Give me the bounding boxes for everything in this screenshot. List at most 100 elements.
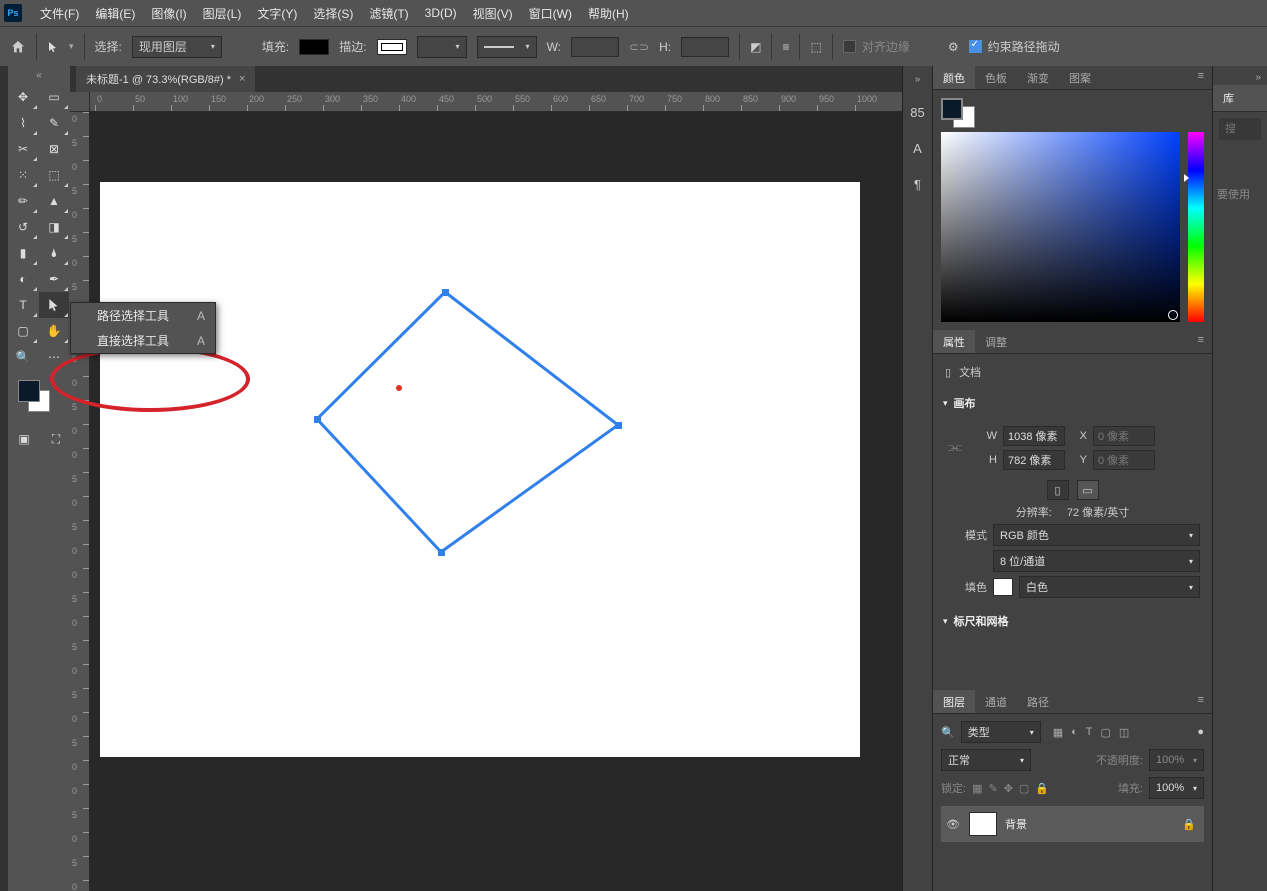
eraser-tool[interactable]: ◨: [39, 214, 69, 240]
rectangle-tool[interactable]: ▢: [8, 318, 38, 344]
quick-select-tool[interactable]: ✎: [39, 110, 69, 136]
layer-thumbnail[interactable]: [969, 812, 997, 836]
brush-tool[interactable]: ✏: [8, 188, 38, 214]
history-brush-tool[interactable]: ↺: [8, 214, 38, 240]
panel-menu-icon[interactable]: ≡: [1190, 690, 1212, 713]
layer-fill-dropdown[interactable]: 100%▾: [1149, 777, 1204, 799]
library-search-input[interactable]: [1219, 118, 1261, 140]
saturation-value-picker[interactable]: [941, 132, 1180, 322]
strip-icon-3[interactable]: ¶: [909, 175, 927, 193]
pen-tool[interactable]: ✒: [39, 266, 69, 292]
lasso-tool[interactable]: ⌇: [8, 110, 38, 136]
menu-help[interactable]: 帮助(H): [580, 5, 637, 22]
tab-libraries[interactable]: 库: [1213, 85, 1267, 112]
close-icon[interactable]: ×: [239, 73, 245, 85]
frame-tool[interactable]: ⊠: [39, 136, 69, 162]
lock-artboard-icon[interactable]: ▢: [1019, 782, 1029, 795]
canvas[interactable]: [100, 182, 860, 757]
filter-toggle[interactable]: ●: [1197, 726, 1204, 738]
flyout-direct-selection[interactable]: 直接选择工具 A: [71, 328, 215, 353]
fill-swatch[interactable]: [299, 39, 329, 55]
type-tool[interactable]: T: [8, 292, 38, 318]
quick-mask-toggle[interactable]: ▣: [10, 426, 38, 452]
fill-color-swatch[interactable]: [993, 578, 1013, 596]
hand-tool[interactable]: ✋: [39, 318, 69, 344]
fill-color-dropdown[interactable]: 白色▾: [1019, 576, 1200, 598]
canvas-section-header[interactable]: ▾画布: [933, 390, 1212, 416]
filter-shape-icon[interactable]: ▢: [1101, 726, 1111, 739]
align-icon[interactable]: ≡: [782, 40, 789, 54]
menu-select[interactable]: 选择(S): [305, 5, 361, 22]
blur-tool[interactable]: 🌢: [39, 240, 69, 266]
width-input[interactable]: [571, 37, 619, 57]
crop-tool[interactable]: ✂: [8, 136, 38, 162]
lock-all-icon[interactable]: 🔒: [1035, 782, 1049, 795]
path-anchor[interactable]: [314, 416, 321, 423]
menu-layer[interactable]: 图层(L): [195, 5, 250, 22]
tab-color[interactable]: 颜色: [933, 66, 975, 89]
panel-foreground-color[interactable]: [941, 98, 963, 120]
lock-pixels-icon[interactable]: ▦: [972, 782, 982, 795]
filter-type-icon[interactable]: T: [1086, 726, 1093, 739]
filter-smart-icon[interactable]: ◫: [1119, 726, 1129, 739]
foreground-color[interactable]: [18, 380, 40, 402]
menu-view[interactable]: 视图(V): [465, 5, 521, 22]
align-edges-checkbox[interactable]: 对齐边缘: [843, 38, 910, 55]
menu-3d[interactable]: 3D(D): [417, 6, 465, 20]
gear-icon[interactable]: ⚙: [948, 40, 959, 54]
menu-filter[interactable]: 滤镜(T): [361, 5, 416, 22]
marquee-tool[interactable]: ▭: [39, 84, 69, 110]
screen-mode-toggle[interactable]: ⛶: [42, 426, 70, 452]
menu-edit[interactable]: 编辑(E): [87, 5, 143, 22]
panel-menu-icon[interactable]: ≡: [1190, 66, 1212, 89]
stroke-swatch[interactable]: [377, 39, 407, 55]
orientation-landscape-button[interactable]: ▭: [1077, 480, 1099, 500]
menu-type[interactable]: 文字(Y): [249, 5, 305, 22]
bits-dropdown[interactable]: 8 位/通道▾: [993, 550, 1200, 572]
color-swatches[interactable]: [8, 380, 70, 420]
lock-position-icon[interactable]: ✥: [1004, 782, 1013, 795]
tab-paths[interactable]: 路径: [1017, 690, 1059, 713]
path-anchor[interactable]: [615, 422, 622, 429]
path-ops-icon[interactable]: ◩: [750, 40, 761, 54]
dodge-tool[interactable]: ◐: [8, 266, 38, 292]
gradient-tool[interactable]: ▮: [8, 240, 38, 266]
zoom-tool[interactable]: 🔍: [8, 344, 38, 370]
eyedropper-tool[interactable]: ⁙: [8, 162, 38, 188]
search-icon[interactable]: 🔍: [941, 726, 955, 739]
tab-patterns[interactable]: 图案: [1059, 66, 1101, 89]
tab-properties[interactable]: 属性: [933, 330, 975, 353]
toolbox-collapse-icon[interactable]: «: [8, 70, 70, 84]
path-selection-tool[interactable]: [39, 292, 69, 318]
stroke-width-dropdown[interactable]: ▾: [417, 36, 467, 58]
arrange-icon[interactable]: ⬚: [810, 40, 821, 54]
tab-layers[interactable]: 图层: [933, 690, 975, 713]
healing-tool[interactable]: ⬚: [39, 162, 69, 188]
orientation-portrait-button[interactable]: ▯: [1047, 480, 1069, 500]
ruler-grid-section-header[interactable]: ▾标尺和网格: [933, 608, 1212, 634]
hue-slider[interactable]: [1188, 132, 1204, 322]
path-anchor[interactable]: [442, 289, 449, 296]
clone-stamp-tool[interactable]: ▲: [39, 188, 69, 214]
menu-window[interactable]: 窗口(W): [521, 5, 580, 22]
flyout-path-selection[interactable]: 路径选择工具 A: [71, 303, 215, 328]
tab-gradients[interactable]: 渐变: [1017, 66, 1059, 89]
move-tool[interactable]: ✥: [8, 84, 38, 110]
layer-filter-dropdown[interactable]: 类型▾: [961, 721, 1041, 743]
constrain-path-checkbox[interactable]: 约束路径拖动: [969, 38, 1060, 55]
tab-channels[interactable]: 通道: [975, 690, 1017, 713]
menu-image[interactable]: 图像(I): [143, 5, 194, 22]
layer-item[interactable]: 👁 背景 🔒: [941, 806, 1204, 842]
stroke-style-dropdown[interactable]: ▾: [477, 36, 537, 58]
tab-swatches[interactable]: 色板: [975, 66, 1017, 89]
visibility-toggle-icon[interactable]: 👁: [945, 818, 961, 831]
path-selection-tool-icon[interactable]: [47, 41, 59, 53]
select-scope-dropdown[interactable]: 现用图层▾: [132, 36, 222, 58]
menu-file[interactable]: 文件(F): [32, 5, 87, 22]
blend-mode-dropdown[interactable]: 正常▾: [941, 749, 1031, 771]
opacity-dropdown[interactable]: 100%▾: [1149, 749, 1204, 771]
canvas-height-input[interactable]: [1003, 450, 1065, 470]
doc-tab[interactable]: 未标题-1 @ 73.3%(RGB/8#) * ×: [76, 65, 255, 92]
strip-icon-2[interactable]: A: [909, 139, 927, 157]
panel-menu-icon[interactable]: ≡: [1190, 330, 1212, 353]
